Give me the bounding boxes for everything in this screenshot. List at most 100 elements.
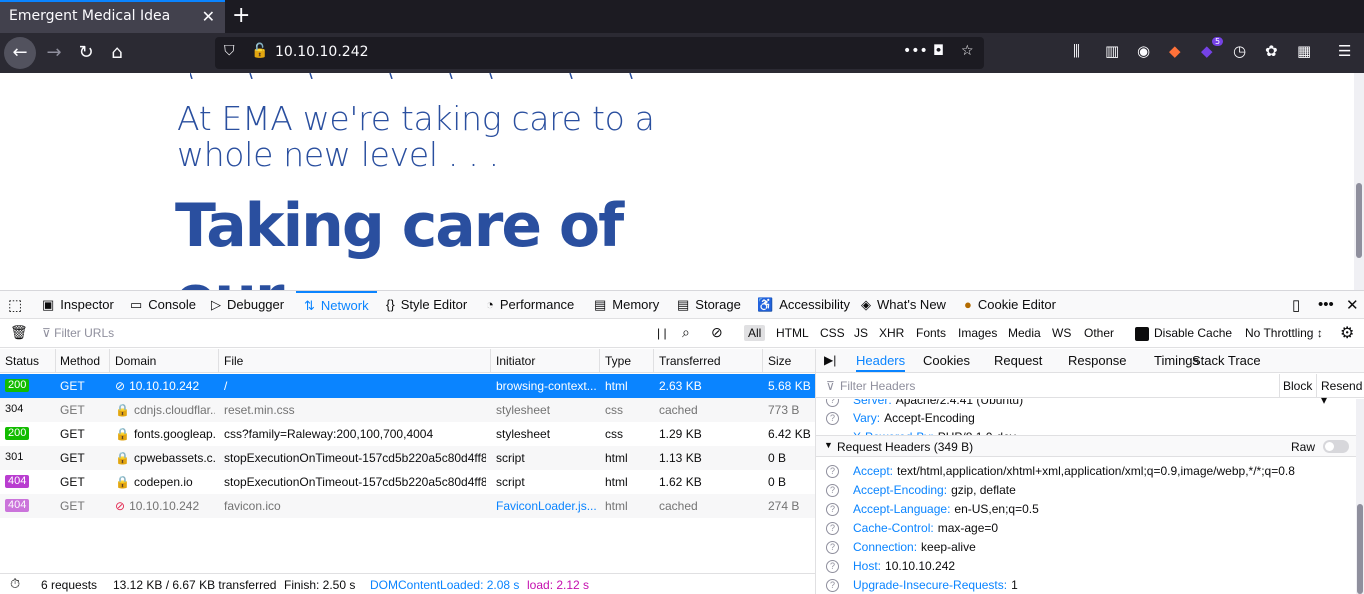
tab-memory[interactable]: ▤ Memory (594, 291, 659, 319)
filter-urls-input[interactable]: ⊽ Filter URLs (42, 326, 114, 340)
throttling-select[interactable]: No Throttling ↕ (1245, 326, 1323, 340)
toggle-panel-icon[interactable]: ▶| (824, 353, 836, 367)
column-size[interactable]: Size (768, 354, 791, 368)
tab-accessibility[interactable]: ♿ Accessibility (757, 291, 850, 319)
close-devtools-icon[interactable]: ✕ (1346, 296, 1359, 314)
help-icon[interactable]: ? (826, 465, 839, 479)
page-actions-icon[interactable]: ••• (903, 43, 928, 59)
column-transferred[interactable]: Transferred (659, 354, 721, 368)
type-filter-other[interactable]: Other (1084, 326, 1114, 340)
reload-button[interactable]: ↻ (72, 39, 100, 67)
help-icon[interactable]: ? (826, 412, 839, 426)
initiator-link[interactable]: FaviconLoader.js... (496, 499, 596, 513)
clock-icon[interactable]: ◷ (1233, 42, 1246, 60)
request-headers-section[interactable]: ▼ Request Headers (349 B) Raw (816, 435, 1364, 457)
type-filter-all[interactable]: All (744, 325, 766, 341)
tab-console[interactable]: ▭ Console (130, 291, 196, 319)
stopwatch-icon[interactable]: ⏱ (10, 576, 20, 592)
tab-request[interactable]: Request (994, 353, 1042, 368)
block-button[interactable]: Block (1283, 379, 1312, 393)
tab-response[interactable]: Response (1068, 353, 1127, 368)
new-tab-icon[interactable]: + (232, 3, 250, 28)
header-row[interactable]: ? Accept-Encoding: gzip, deflate (826, 483, 1016, 498)
tab-whats-new[interactable]: ◈ What's New (861, 291, 946, 319)
help-icon[interactable]: ? (826, 579, 839, 593)
more-options-icon[interactable]: ••• (1318, 296, 1334, 313)
url-text[interactable]: 10.10.10.242 (275, 44, 369, 60)
bookmark-star-icon[interactable]: ☆ (961, 43, 974, 59)
pause-icon[interactable]: | | (657, 326, 667, 340)
header-row[interactable]: ? Server: Apache/2.4.41 (Ubuntu) (826, 399, 1023, 408)
table-row[interactable]: 200 GET 🔒 fonts.googleap... css?family=Ra… (0, 422, 815, 446)
column-domain[interactable]: Domain (115, 354, 156, 368)
search-icon[interactable]: ⌕ (682, 324, 690, 341)
type-filter-xhr[interactable]: XHR (879, 326, 904, 340)
help-icon[interactable]: ? (826, 484, 839, 498)
help-icon[interactable]: ? (826, 503, 839, 517)
help-icon[interactable]: ? (826, 522, 839, 536)
table-row[interactable]: 404 GET 🔒 codepen.io stopExecutionOnTimeo… (0, 470, 815, 494)
scrollbar-thumb[interactable] (1357, 504, 1363, 594)
help-icon[interactable]: ? (826, 399, 839, 408)
account-icon[interactable]: ◉ (1137, 42, 1150, 60)
home-button[interactable]: ⌂ (103, 39, 131, 67)
help-icon[interactable]: ? (826, 541, 839, 555)
column-divider[interactable] (218, 349, 219, 373)
column-divider[interactable] (599, 349, 600, 373)
column-file[interactable]: File (224, 354, 243, 368)
header-row[interactable]: ? Upgrade-Insecure-Requests: 1 (826, 578, 1018, 593)
library-icon[interactable]: ⫼ (1073, 42, 1080, 60)
filter-headers-input[interactable]: ⊽ Filter Headers Block Resend ▾ (816, 374, 1364, 407)
table-row[interactable]: 404 GET ⊘ 10.10.10.242 favicon.ico Favico… (0, 494, 815, 518)
header-row[interactable]: ? Accept: text/html,application/xhtml+xml,… (826, 464, 1295, 479)
cookie-icon[interactable]: ✿ (1265, 42, 1278, 60)
tab-debugger[interactable]: ▷ Debugger (211, 291, 284, 319)
browser-tab[interactable]: Emergent Medical Idea ✕ (0, 0, 225, 33)
header-row[interactable]: ? Cache-Control: max-age=0 (826, 521, 998, 536)
tab-stack-trace[interactable]: Stack Trace (1192, 353, 1261, 368)
header-row[interactable]: ? Connection: keep-alive (826, 540, 976, 555)
type-filter-html[interactable]: HTML (776, 326, 809, 340)
firefox-extension-icon[interactable]: ◆ (1169, 42, 1181, 60)
forward-button[interactable]: → (40, 39, 68, 67)
sidebar-icon[interactable]: ▥ (1105, 42, 1119, 60)
help-icon[interactable]: ? (826, 560, 839, 574)
tab-style-editor[interactable]: {} Style Editor (386, 291, 467, 319)
page-scrollbar[interactable] (1354, 73, 1364, 290)
collapse-arrow-icon[interactable]: ▼ (824, 440, 833, 450)
details-scrollbar[interactable] (1356, 399, 1364, 594)
tab-cookies[interactable]: Cookies (923, 353, 970, 368)
trash-icon[interactable]: 🗑 (10, 324, 28, 341)
type-filter-js[interactable]: JS (854, 326, 868, 340)
block-icon[interactable]: ⊘ (711, 324, 723, 341)
settings-gear-icon[interactable]: ⚙ (1340, 323, 1354, 343)
tab-storage[interactable]: ▤ Storage (677, 291, 741, 319)
column-method[interactable]: Method (60, 354, 100, 368)
column-initiator[interactable]: Initiator (496, 354, 535, 368)
table-row[interactable]: 301 GET 🔒 cpwebassets.c... stopExecutionO… (0, 446, 815, 470)
type-filter-media[interactable]: Media (1008, 326, 1041, 340)
column-divider[interactable] (55, 349, 56, 373)
pocket-icon[interactable]: ◘ (933, 43, 944, 59)
tab-headers[interactable]: Headers (856, 353, 906, 372)
disable-cache-label[interactable]: Disable Cache (1154, 326, 1232, 340)
header-row[interactable]: ? Accept-Language: en-US,en;q=0.5 (826, 502, 1039, 517)
menu-icon[interactable]: ☰ (1338, 42, 1351, 60)
url-bar[interactable]: ⛉ 🔓 10.10.10.242 ••• ◘ ☆ (215, 37, 984, 69)
insecure-lock-icon[interactable]: 🔓 (251, 43, 268, 59)
column-divider[interactable] (762, 349, 763, 373)
tab-performance[interactable]: ◔ Performance (486, 291, 574, 319)
back-button[interactable]: ← (4, 37, 36, 69)
header-row[interactable]: ? Host: 10.10.10.242 (826, 559, 955, 574)
table-row[interactable]: 200 GET ⊘ 10.10.10.242 / browsing-context… (0, 374, 815, 398)
type-filter-css[interactable]: CSS (820, 326, 845, 340)
scrollbar-thumb[interactable] (1356, 183, 1362, 258)
disable-cache-checkbox[interactable] (1135, 327, 1149, 341)
close-tab-icon[interactable]: ✕ (202, 7, 215, 26)
column-status[interactable]: Status (5, 354, 39, 368)
type-filter-ws[interactable]: WS (1052, 326, 1071, 340)
pick-element-icon[interactable]: ⬚ (8, 296, 22, 314)
column-divider[interactable] (653, 349, 654, 373)
column-type[interactable]: Type (605, 354, 631, 368)
dock-icon[interactable]: ▯ (1292, 296, 1300, 314)
